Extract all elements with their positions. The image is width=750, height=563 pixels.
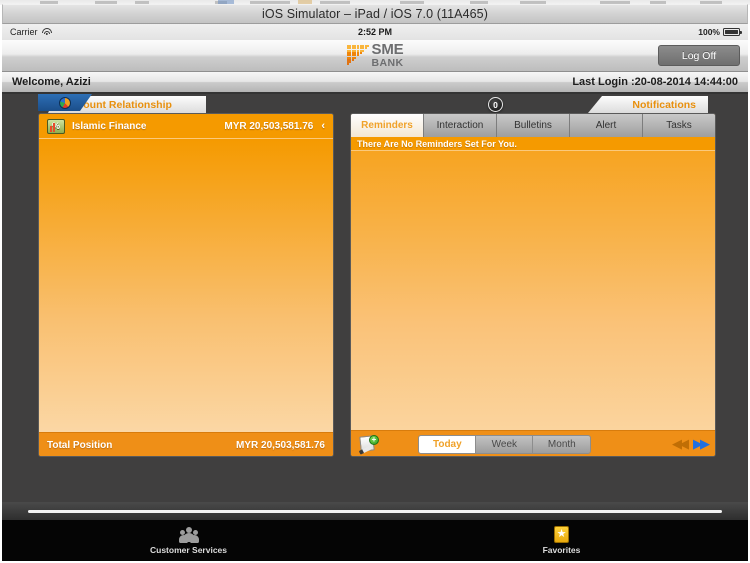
subtab-label: Bulletins xyxy=(514,120,552,131)
tabbar-item-label: Favorites xyxy=(542,545,581,555)
sme-bank-logo: SME BANK xyxy=(346,41,404,69)
tab-notifications[interactable]: Notifications xyxy=(588,96,708,113)
account-name: Islamic Finance xyxy=(72,120,147,132)
segment-week[interactable]: Week xyxy=(476,435,534,453)
account-relationship-card: Islamic Finance MYR 20,503,581.76 ‹ Tota… xyxy=(38,113,334,457)
notifications-panel: 0 Notifications xyxy=(350,94,716,113)
previous-period-button[interactable]: ◀◀ xyxy=(672,436,689,452)
battery-percent-label: 100% xyxy=(698,27,720,37)
subtab-label: Alert xyxy=(595,120,617,131)
pie-chart-icon xyxy=(59,97,71,109)
subtab-label: Interaction xyxy=(436,120,484,131)
subtab-label: Tasks xyxy=(666,120,692,131)
notifications-badge: 0 xyxy=(488,97,503,112)
total-position-amount: MYR 20,503,581.76 xyxy=(236,439,325,451)
simulator-title-bar: iOS Simulator – iPad / iOS 7.0 (11A465) xyxy=(2,4,748,24)
logo-bank-text: BANK xyxy=(371,56,404,69)
tabbar-item-label: Customer Services xyxy=(149,544,227,555)
welcome-bar: Welcome, Azizi Last Login :20-08-2014 14… xyxy=(2,72,748,94)
logoff-button[interactable]: Log Off xyxy=(658,45,740,66)
percentage-icon xyxy=(47,118,65,134)
period-segmented-control: Today Week Month xyxy=(418,434,592,454)
notifications-tab-row: 0 Notifications xyxy=(350,94,716,113)
device-screen: Carrier 2:52 PM 100% SME BANK Log Off We… xyxy=(2,24,748,561)
simulator-screenshot: iOS Simulator – iPad / iOS 7.0 (11A465) … xyxy=(0,0,750,563)
ios-status-bar: Carrier 2:52 PM 100% xyxy=(2,24,748,40)
add-note-icon[interactable]: + xyxy=(358,434,379,455)
window-title: iOS Simulator – iPad / iOS 7.0 (11A465) xyxy=(262,7,488,21)
app-header: SME BANK Log Off xyxy=(2,40,748,72)
account-relationship-panel: Account Relationship xyxy=(38,94,334,113)
account-row-islamic-finance[interactable]: Islamic Finance MYR 20,503,581.76 ‹ xyxy=(39,114,333,139)
period-navigation: ◀◀ ▶▶ xyxy=(672,436,710,452)
home-indicator-bar xyxy=(2,502,748,520)
segment-today[interactable]: Today xyxy=(419,435,477,453)
star-icon: ★ xyxy=(554,526,569,543)
tabbar-item-favorites[interactable]: ★ Favorites xyxy=(375,520,748,561)
logo-sme-text: SME xyxy=(371,41,404,59)
account-relationship-tab-row: Account Relationship xyxy=(38,94,334,113)
main-content: Account Relationship 0 Notifications % I… xyxy=(2,94,748,502)
people-icon xyxy=(178,526,199,543)
last-login-text: Last Login :20-08-2014 14:44:00 xyxy=(572,76,738,88)
notifications-subtabs: Reminders Interaction Bulletins Alert Tasks xyxy=(351,114,715,137)
subtab-bulletins[interactable]: Bulletins xyxy=(497,114,570,137)
segment-month[interactable]: Month xyxy=(533,435,591,453)
notifications-card: Reminders Interaction Bulletins Alert Tasks … xyxy=(350,113,716,457)
battery-icon xyxy=(723,28,742,36)
subtab-reminders[interactable]: Reminders xyxy=(351,114,424,137)
tab-notifications-label: Notifications xyxy=(632,98,696,111)
status-time: 2:52 PM xyxy=(357,27,392,37)
total-position-label: Total Position xyxy=(47,439,113,451)
subtab-tasks[interactable]: Tasks xyxy=(643,114,715,137)
reminders-empty-message: There Are No Reminders Set For You. xyxy=(351,137,715,151)
logo-dot-matrix-icon xyxy=(346,45,370,66)
next-period-button[interactable]: ▶▶ xyxy=(693,436,710,452)
tabbar-item-customer-services[interactable]: Customer Services xyxy=(2,520,375,561)
reminders-toolbar: + Today Week Month ◀◀ ▶▶ xyxy=(351,430,715,456)
home-indicator-line xyxy=(28,509,722,513)
subtab-label: Reminders xyxy=(361,120,413,131)
welcome-greeting: Welcome, Azizi xyxy=(12,76,91,88)
account-amount: MYR 20,503,581.76 xyxy=(224,120,314,132)
account-list-body xyxy=(39,139,333,432)
chevron-left-icon[interactable]: ‹ xyxy=(321,120,325,132)
total-position-row: Total Position MYR 20,503,581.76 xyxy=(39,432,333,456)
subtab-alert[interactable]: Alert xyxy=(570,114,643,137)
reminders-list-body xyxy=(351,151,715,430)
bottom-tab-bar: Customer Services ★ Favorites xyxy=(2,520,748,561)
subtab-interaction[interactable]: Interaction xyxy=(424,114,497,137)
